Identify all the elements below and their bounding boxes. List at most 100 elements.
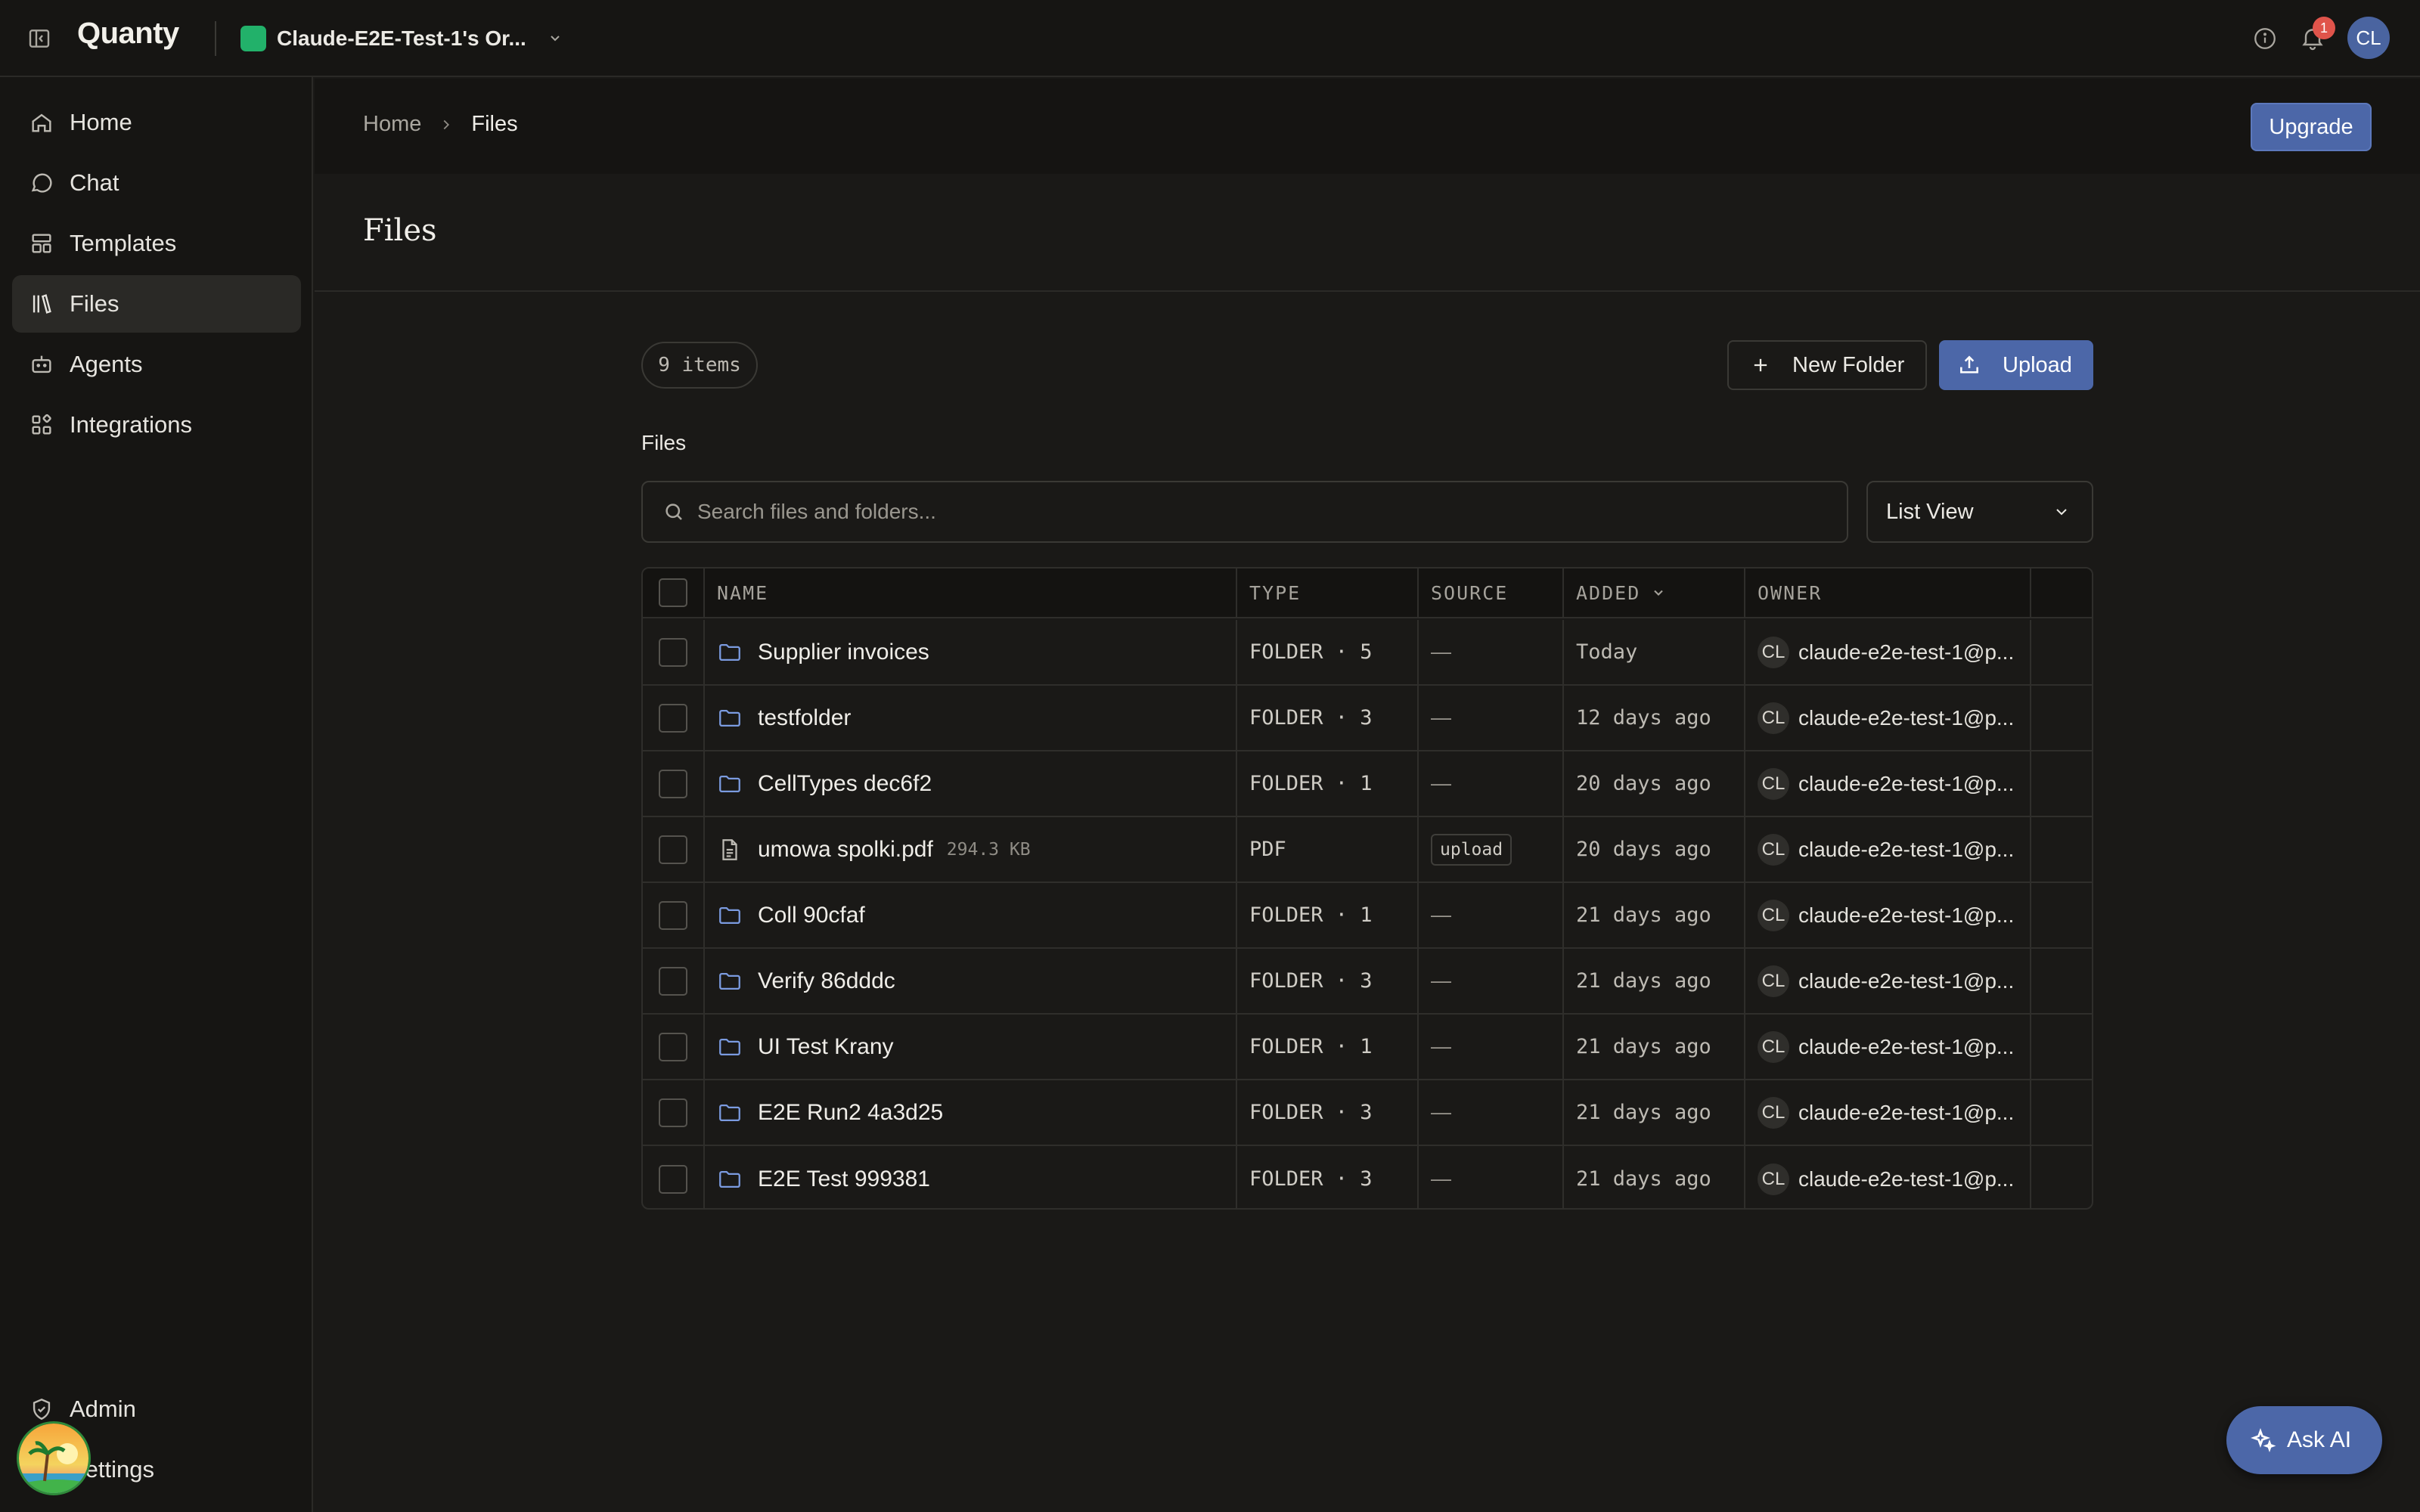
- column-header-owner[interactable]: OWNER: [1758, 582, 1822, 604]
- owner-cell: CL claude-e2e-test-1@p...: [1745, 686, 2031, 750]
- owner-cell: CL claude-e2e-test-1@p...: [1745, 1146, 2031, 1208]
- actions-cell[interactable]: [2031, 817, 2092, 881]
- file-name[interactable]: Verify 86dddc: [758, 968, 895, 994]
- owner-avatar: CL: [1758, 833, 1789, 866]
- table-row[interactable]: Coll 90cfaf FOLDER · 1 — 21 days ago CL claud…: [643, 883, 2092, 949]
- user-avatar[interactable]: CL: [2347, 17, 2390, 59]
- search-field[interactable]: [641, 481, 1848, 543]
- actions-cell[interactable]: [2031, 1146, 2092, 1208]
- sidebar-item-chat[interactable]: Chat: [12, 154, 301, 212]
- sidebar-item-home[interactable]: Home: [12, 94, 301, 151]
- owner-cell: CL claude-e2e-test-1@p...: [1745, 1015, 2031, 1079]
- info-icon[interactable]: [2252, 26, 2278, 51]
- file-name[interactable]: Supplier invoices: [758, 640, 929, 665]
- column-header-name[interactable]: NAME: [717, 582, 768, 604]
- row-checkbox[interactable]: [659, 769, 687, 798]
- chat-icon: [31, 173, 52, 193]
- ask-ai-button[interactable]: Ask AI: [2226, 1406, 2382, 1474]
- sidebar-item-agents[interactable]: Agents: [12, 336, 301, 393]
- owner-cell: CL claude-e2e-test-1@p...: [1745, 949, 2031, 1013]
- added-cell: 12 days ago: [1564, 686, 1745, 750]
- actions-cell[interactable]: [2031, 751, 2092, 816]
- profile-avatar[interactable]: [17, 1421, 91, 1495]
- divider: [315, 290, 2420, 292]
- chevron-right-icon: [443, 119, 450, 129]
- row-checkbox[interactable]: [659, 835, 687, 864]
- sidebar-item-label: Integrations: [70, 411, 192, 438]
- row-checkbox[interactable]: [659, 637, 687, 667]
- table-row[interactable]: UI Test Krany FOLDER · 1 — 21 days ago CL cla…: [643, 1015, 2092, 1080]
- source-empty: —: [1431, 772, 1451, 795]
- row-checkbox[interactable]: [659, 1032, 687, 1061]
- upgrade-button[interactable]: Upgrade: [2251, 103, 2372, 151]
- file-name[interactable]: testfolder: [758, 705, 851, 731]
- row-checkbox[interactable]: [659, 1164, 687, 1194]
- file-name[interactable]: E2E Test 999381: [758, 1167, 930, 1192]
- sort-desc-icon[interactable]: [1651, 585, 1666, 600]
- actions-cell[interactable]: [2031, 883, 2092, 947]
- source-cell: —: [1419, 751, 1564, 816]
- sidebar-toggle-icon[interactable]: [27, 26, 51, 51]
- actions-cell[interactable]: [2031, 949, 2092, 1013]
- document-icon: [722, 838, 737, 860]
- type-cell: FOLDER · 5: [1237, 620, 1419, 684]
- row-checkbox[interactable]: [659, 1098, 687, 1127]
- row-checkbox[interactable]: [659, 703, 687, 733]
- actions-cell[interactable]: [2031, 620, 2092, 684]
- org-switcher[interactable]: Claude-E2E-Test-1's Or...: [240, 23, 564, 54]
- sidebar-item-integrations[interactable]: Integrations: [12, 396, 301, 454]
- sidebar-item-files[interactable]: Files: [12, 275, 301, 333]
- owner-cell: CL claude-e2e-test-1@p...: [1745, 817, 2031, 881]
- type-cell: FOLDER · 1: [1237, 751, 1419, 816]
- section-label: Files: [641, 431, 687, 454]
- owner-avatar: CL: [1758, 899, 1789, 931]
- table-row[interactable]: testfolder FOLDER · 3 — 12 days ago CL claude…: [643, 686, 2092, 751]
- checkbox-cell: [643, 1015, 705, 1079]
- actions-cell[interactable]: [2031, 1080, 2092, 1145]
- file-name[interactable]: UI Test Krany: [758, 1034, 894, 1060]
- added-date: 20 days ago: [1576, 772, 1711, 795]
- table-row[interactable]: E2E Run2 4a3d25 FOLDER · 3 — 21 days ago CL c…: [643, 1080, 2092, 1146]
- row-checkbox[interactable]: [659, 966, 687, 996]
- row-checkbox[interactable]: [659, 900, 687, 930]
- file-size: 294.3 KB: [946, 839, 1031, 860]
- select-all-checkbox[interactable]: [659, 578, 687, 607]
- owner-cell: CL claude-e2e-test-1@p...: [1745, 751, 2031, 816]
- added-cell: Today: [1564, 620, 1745, 684]
- actions-cell[interactable]: [2031, 686, 2092, 750]
- name-cell: E2E Run2 4a3d25: [705, 1080, 1237, 1145]
- file-name[interactable]: E2E Run2 4a3d25: [758, 1100, 943, 1126]
- table-row[interactable]: Supplier invoices FOLDER · 5 — Today CL claud…: [643, 620, 2092, 686]
- file-name[interactable]: CellTypes dec6f2: [758, 771, 932, 797]
- shield-icon: [33, 1398, 51, 1421]
- upload-button[interactable]: Upload: [1939, 340, 2093, 390]
- column-header-added[interactable]: ADDED: [1576, 582, 1640, 604]
- file-name[interactable]: umowa spolki.pdf: [758, 837, 933, 863]
- column-header-source[interactable]: SOURCE: [1431, 582, 1508, 604]
- search-input[interactable]: [697, 500, 1832, 524]
- table-row[interactable]: CellTypes dec6f2 FOLDER · 1 — 20 days ago CL…: [643, 751, 2092, 817]
- header-strip: [315, 79, 2420, 174]
- actions-cell[interactable]: [2031, 1015, 2092, 1079]
- table-row[interactable]: umowa spolki.pdf 294.3 KB PDF upload 20 days…: [643, 817, 2092, 883]
- file-type: FOLDER · 5: [1249, 640, 1373, 664]
- org-color-swatch: [240, 26, 266, 51]
- plus-icon: [1754, 358, 1767, 372]
- new-folder-button[interactable]: New Folder: [1727, 340, 1927, 390]
- owner-avatar: CL: [1758, 1030, 1789, 1063]
- items-count-badge: 9 items: [641, 342, 758, 389]
- breadcrumb-home[interactable]: Home: [363, 112, 421, 137]
- column-header-type[interactable]: TYPE: [1249, 582, 1301, 604]
- checkbox-cell: [643, 686, 705, 750]
- breadcrumb-current: Files: [471, 112, 518, 136]
- view-select[interactable]: List View: [1866, 481, 2093, 543]
- table-row[interactable]: Verify 86dddc FOLDER · 3 — 21 days ago CL cla…: [643, 949, 2092, 1015]
- owner-cell: CL claude-e2e-test-1@p...: [1745, 1080, 2031, 1145]
- owner-email: claude-e2e-test-1@p...: [1798, 1034, 2015, 1058]
- topbar-divider: [215, 21, 216, 56]
- sidebar-item-templates[interactable]: Templates: [12, 215, 301, 272]
- table-row[interactable]: E2E Test 999381 FOLDER · 3 — 21 days ago CL c…: [643, 1146, 2092, 1208]
- source-empty: —: [1431, 640, 1451, 663]
- app-logo[interactable]: Quanty: [77, 17, 179, 51]
- file-name[interactable]: Coll 90cfaf: [758, 903, 865, 928]
